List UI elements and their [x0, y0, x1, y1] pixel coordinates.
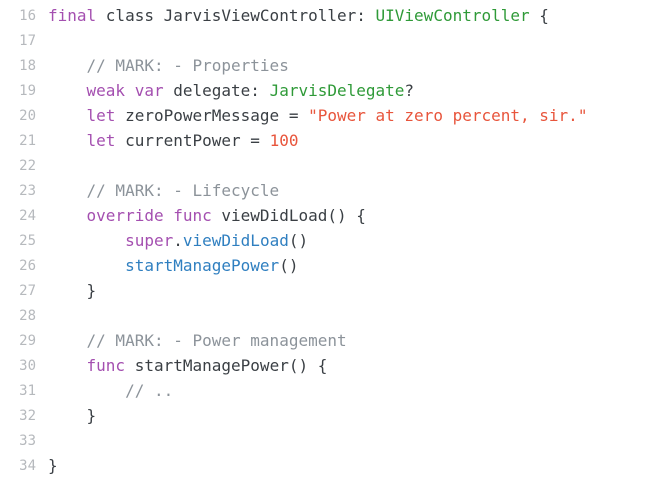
code-token: let — [48, 131, 126, 150]
code-token: startManagePower — [48, 256, 280, 275]
line-number: 30 — [19, 357, 36, 374]
code-editor[interactable]: 16 final class JarvisViewController: UIVi… — [0, 0, 666, 483]
code-text: override func viewDidLoad() { — [48, 206, 366, 225]
code-line[interactable]: 16 final class JarvisViewController: UIVi… — [0, 3, 666, 28]
line-number: 23 — [19, 182, 36, 199]
code-token: delegate: — [173, 81, 270, 100]
code-token: viewDidLoad — [182, 231, 289, 250]
line-number: 34 — [19, 457, 36, 474]
code-token: final — [48, 6, 106, 25]
line-number: 22 — [19, 157, 36, 174]
code-token: func — [48, 356, 135, 375]
line-number: 19 — [19, 82, 36, 99]
code-text: func startManagePower() { — [48, 356, 328, 375]
code-text: startManagePower() — [48, 256, 298, 275]
code-token: UIViewController — [375, 6, 530, 25]
code-line[interactable]: 19 weak var delegate: JarvisDelegate? — [0, 78, 666, 103]
code-token: super — [48, 231, 174, 250]
code-text: } — [48, 456, 58, 475]
code-line[interactable]: 32 } — [0, 403, 666, 428]
code-line[interactable]: 27 } — [0, 278, 666, 303]
code-token: "Power at zero percent, sir." — [308, 106, 588, 125]
line-number: 28 — [19, 307, 36, 324]
line-number: 33 — [19, 432, 36, 449]
code-token: JarvisDelegate — [269, 81, 405, 100]
line-number: 32 — [19, 407, 36, 424]
code-line[interactable]: 29 // MARK: - Power management — [0, 328, 666, 353]
code-line[interactable]: 33 — [0, 428, 666, 453]
code-line[interactable]: 30 func startManagePower() { — [0, 353, 666, 378]
code-line[interactable]: 31 // .. — [0, 378, 666, 403]
code-text: // MARK: - Properties — [48, 56, 289, 75]
code-line[interactable]: 23 // MARK: - Lifecycle — [0, 178, 666, 203]
code-token: ? — [404, 81, 415, 100]
code-token: weak var — [48, 81, 174, 100]
code-line[interactable]: 24 override func viewDidLoad() { — [0, 203, 666, 228]
code-token: viewDidLoad() { — [221, 206, 366, 225]
code-line[interactable]: 20 let zeroPowerMessage = "Power at zero… — [0, 103, 666, 128]
code-token: // .. — [48, 381, 174, 400]
code-text: } — [48, 281, 97, 300]
code-text: let zeroPowerMessage = "Power at zero pe… — [48, 106, 588, 125]
code-token: () — [279, 256, 299, 275]
code-token: JarvisViewController: — [163, 6, 376, 25]
line-number: 29 — [19, 332, 36, 349]
code-text: final class JarvisViewController: UIView… — [48, 6, 549, 25]
code-line[interactable]: 28 — [0, 303, 666, 328]
code-line[interactable]: 18 // MARK: - Properties — [0, 53, 666, 78]
code-token: } — [48, 281, 97, 300]
code-line[interactable]: 17 — [0, 28, 666, 53]
line-number: 21 — [19, 132, 36, 149]
code-text: } — [48, 406, 97, 425]
line-number: 17 — [19, 32, 36, 49]
line-number: 31 — [19, 382, 36, 399]
line-number: 20 — [19, 107, 36, 124]
line-number: 16 — [19, 7, 36, 24]
code-text: // MARK: - Power management — [48, 331, 347, 350]
code-text: weak var delegate: JarvisDelegate? — [48, 81, 415, 100]
code-token: . — [173, 231, 183, 250]
code-token: class — [105, 6, 164, 25]
line-number: 24 — [19, 207, 36, 224]
code-token: // MARK: - Power management — [48, 331, 347, 350]
code-line[interactable]: 22 — [0, 153, 666, 178]
line-number: 26 — [19, 257, 36, 274]
code-token: currentPower = — [125, 131, 270, 150]
code-token: () — [288, 231, 309, 250]
code-token: // MARK: - Properties — [48, 56, 289, 75]
code-token: override func — [48, 206, 222, 225]
line-number: 25 — [19, 232, 36, 249]
code-line[interactable]: 34} — [0, 453, 666, 478]
code-token: let — [48, 106, 126, 125]
code-text: // MARK: - Lifecycle — [48, 181, 280, 200]
code-text: // .. — [48, 381, 173, 400]
code-token: // MARK: - Lifecycle — [48, 181, 280, 200]
code-text: let currentPower = 100 — [48, 131, 299, 150]
code-token: { — [529, 6, 549, 25]
code-token: } — [48, 406, 97, 425]
line-number: 18 — [19, 57, 36, 74]
code-token: } — [48, 456, 58, 475]
code-line[interactable]: 26 startManagePower() — [0, 253, 666, 278]
code-line[interactable]: 21 let currentPower = 100 — [0, 128, 666, 153]
code-token: startManagePower() { — [134, 356, 328, 375]
code-token: zeroPowerMessage = — [125, 106, 309, 125]
code-token: 100 — [269, 131, 299, 150]
code-text: super.viewDidLoad() — [48, 231, 308, 250]
line-number: 27 — [19, 282, 36, 299]
code-line[interactable]: 25 super.viewDidLoad() — [0, 228, 666, 253]
